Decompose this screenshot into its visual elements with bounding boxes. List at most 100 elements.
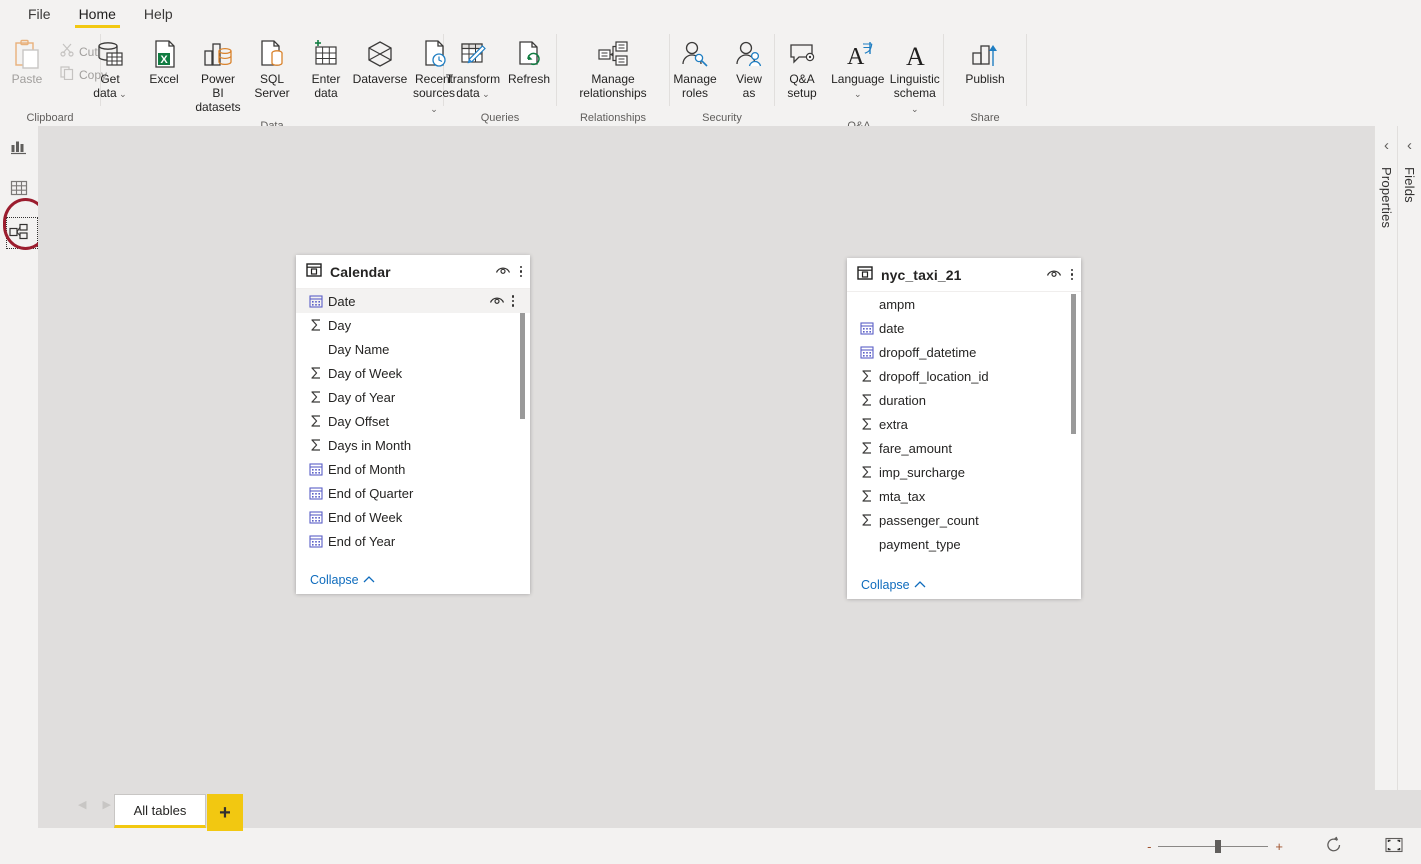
page-tab-strip: ◀ ▶ All tables + bbox=[38, 790, 1421, 828]
expand-properties-chevron-icon[interactable]: ‹ bbox=[1384, 138, 1389, 153]
table-card-header[interactable]: nyc_taxi_21 bbox=[847, 258, 1081, 292]
table-more-options-icon[interactable] bbox=[520, 266, 523, 278]
field-row[interactable]: End of Month bbox=[296, 457, 530, 481]
previous-page-arrow-icon[interactable]: ◀ bbox=[78, 798, 86, 811]
sigma-measure-icon bbox=[306, 318, 326, 332]
table-more-options-icon[interactable] bbox=[1071, 269, 1074, 281]
field-more-options-icon[interactable] bbox=[512, 295, 515, 307]
zoom-in-button[interactable]: + bbox=[1275, 840, 1283, 853]
expand-fields-chevron-icon[interactable]: ‹ bbox=[1407, 138, 1412, 153]
field-list-calendar[interactable]: Date Day Day Name bbox=[296, 289, 530, 566]
enter-data-button[interactable]: Enter data bbox=[299, 34, 353, 102]
hide-table-eye-icon[interactable] bbox=[495, 264, 511, 279]
field-row[interactable]: imp_surcharge bbox=[847, 460, 1081, 484]
collapse-label: Collapse bbox=[861, 578, 910, 592]
sql-server-button[interactable]: SQL Server bbox=[245, 34, 299, 102]
field-row[interactable]: date bbox=[847, 316, 1081, 340]
sidebar-item-data-view[interactable] bbox=[0, 169, 38, 209]
table-name: Calendar bbox=[330, 264, 495, 280]
field-name: passenger_count bbox=[879, 513, 979, 528]
field-row[interactable]: Day bbox=[296, 313, 530, 337]
properties-pane[interactable]: ‹ Properties bbox=[1374, 126, 1398, 790]
sigma-measure-icon bbox=[857, 489, 877, 503]
field-row[interactable]: Day of Week bbox=[296, 361, 530, 385]
collapse-button[interactable]: Collapse bbox=[310, 573, 375, 587]
sidebar-item-model-view[interactable] bbox=[0, 213, 38, 253]
add-page-plus-icon: + bbox=[219, 803, 231, 823]
manage-relationships-button[interactable]: Manage relationships bbox=[562, 34, 664, 102]
table-card-nyc-taxi-21[interactable]: nyc_taxi_21 ampm date bbox=[847, 258, 1081, 598]
next-page-arrow-icon[interactable]: ▶ bbox=[102, 798, 110, 811]
field-row[interactable]: dropoff_location_id bbox=[847, 364, 1081, 388]
field-row[interactable]: dropoff_datetime bbox=[847, 340, 1081, 364]
reset-zoom-icon[interactable] bbox=[1325, 836, 1343, 857]
field-row[interactable]: Day Offset bbox=[296, 409, 530, 433]
field-row[interactable]: duration bbox=[847, 388, 1081, 412]
calendar-field-icon bbox=[306, 462, 326, 476]
field-row[interactable]: Date bbox=[296, 289, 530, 313]
field-row[interactable]: payment_type bbox=[847, 532, 1081, 556]
hide-field-eye-icon[interactable] bbox=[489, 294, 505, 309]
linguistic-schema-button[interactable]: A Linguistic schema ⌄ bbox=[887, 34, 943, 118]
table-card-header[interactable]: Calendar bbox=[296, 255, 530, 289]
field-row[interactable]: End of Quarter bbox=[296, 481, 530, 505]
field-row[interactable]: passenger_count bbox=[847, 508, 1081, 532]
get-data-label: Get data ⌄ bbox=[93, 72, 126, 101]
zoom-thumb[interactable] bbox=[1215, 840, 1221, 853]
view-switcher-rail bbox=[0, 126, 38, 790]
dataverse-button[interactable]: Dataverse bbox=[353, 34, 407, 88]
paste-button[interactable]: Paste bbox=[0, 34, 54, 88]
excel-button[interactable]: X Excel bbox=[137, 34, 191, 88]
language-button[interactable]: A ヲ Language⌄ bbox=[829, 34, 887, 103]
field-row[interactable]: Day of Year bbox=[296, 385, 530, 409]
field-row[interactable]: ampm bbox=[847, 292, 1081, 316]
ribbon-tab-file[interactable]: File bbox=[14, 5, 65, 28]
fields-pane[interactable]: ‹ Fields bbox=[1397, 126, 1421, 790]
qna-setup-button[interactable]: Q&A setup bbox=[775, 34, 829, 102]
field-name: fare_amount bbox=[879, 441, 952, 456]
field-row[interactable]: extra bbox=[847, 412, 1081, 436]
manage-relationships-label: Manage relationships bbox=[579, 72, 646, 100]
field-row[interactable]: End of Week bbox=[296, 505, 530, 529]
add-page-button[interactable]: + bbox=[207, 794, 243, 831]
svg-text:X: X bbox=[160, 54, 168, 66]
transform-data-button[interactable]: Transform data ⌄ bbox=[444, 34, 502, 103]
field-name: dropoff_location_id bbox=[879, 369, 989, 384]
ribbon-group-relationships: Manage relationships Relationships bbox=[557, 28, 669, 126]
svg-text:A: A bbox=[906, 42, 925, 69]
ribbon-tab-home[interactable]: Home bbox=[65, 5, 130, 28]
table-grid-icon bbox=[10, 179, 28, 200]
page-tab-all-tables[interactable]: All tables bbox=[114, 794, 206, 828]
zoom-track[interactable] bbox=[1158, 846, 1268, 847]
manage-roles-button[interactable]: Manage roles bbox=[668, 34, 722, 102]
ribbon-group-label-clipboard: Clipboard bbox=[0, 110, 100, 126]
chevron-down-icon: ⌄ bbox=[854, 89, 862, 99]
status-bar: ◀ ▶ All tables + - + bbox=[0, 790, 1421, 864]
zoom-slider[interactable]: - + bbox=[1147, 840, 1283, 853]
model-canvas[interactable]: Calendar Date bbox=[38, 126, 1375, 790]
power-bi-datasets-button[interactable]: Power BI datasets bbox=[191, 34, 245, 116]
powerbi-dataset-icon bbox=[202, 36, 234, 72]
collapse-button[interactable]: Collapse bbox=[861, 578, 926, 592]
sidebar-item-report-view[interactable] bbox=[0, 128, 38, 168]
get-data-button[interactable]: Get data ⌄ bbox=[83, 34, 137, 103]
field-row[interactable]: Days in Month bbox=[296, 433, 530, 457]
field-row[interactable]: mta_tax bbox=[847, 484, 1081, 508]
hide-table-eye-icon[interactable] bbox=[1046, 267, 1062, 282]
view-as-button[interactable]: View as bbox=[722, 34, 776, 102]
table-card-calendar[interactable]: Calendar Date bbox=[296, 255, 530, 593]
field-list-nyc-taxi-21[interactable]: ampm date dropoff_datetime dropoff_locat… bbox=[847, 292, 1081, 571]
sigma-measure-icon bbox=[306, 414, 326, 428]
ribbon-group-label-relationships: Relationships bbox=[557, 110, 669, 126]
refresh-button[interactable]: Refresh bbox=[502, 34, 556, 88]
field-row[interactable]: Day Name bbox=[296, 337, 530, 361]
field-row[interactable]: fare_amount bbox=[847, 436, 1081, 460]
ribbon-tab-help[interactable]: Help bbox=[130, 5, 187, 28]
publish-button[interactable]: Publish bbox=[958, 34, 1012, 88]
field-row-actions bbox=[489, 289, 515, 313]
field-name: End of Quarter bbox=[328, 486, 413, 501]
zoom-out-button[interactable]: - bbox=[1147, 840, 1151, 853]
field-name: Day bbox=[328, 318, 351, 333]
fit-to-screen-icon[interactable] bbox=[1385, 837, 1403, 856]
field-row[interactable]: End of Year bbox=[296, 529, 530, 553]
